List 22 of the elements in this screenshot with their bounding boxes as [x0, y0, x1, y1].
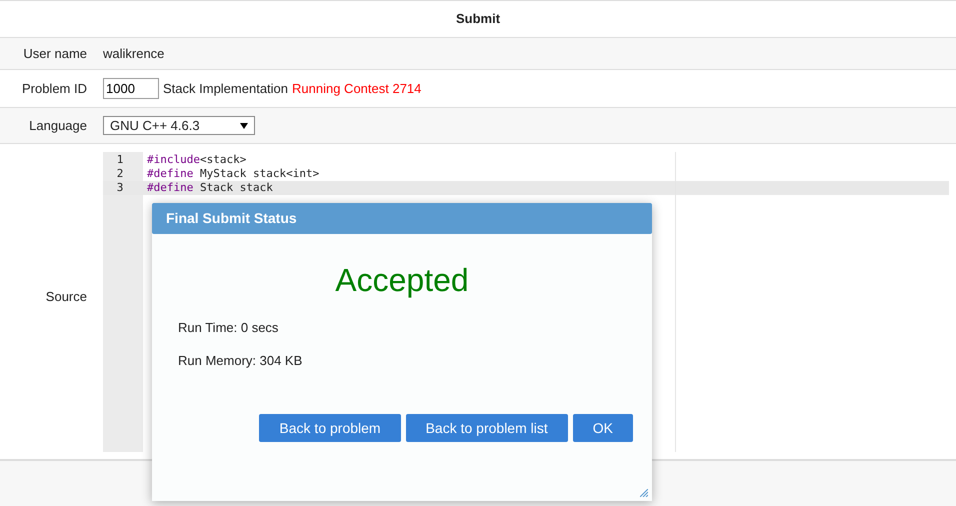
field-label: Problem ID: [20, 80, 87, 98]
detail-text: Run Time: 0 secs: [178, 319, 280, 337]
problem-title: Stack Implementation: [163, 80, 288, 98]
field-label: User name: [22, 44, 87, 63]
resize-grip-icon[interactable]: [640, 489, 648, 497]
field-label: Language: [28, 116, 87, 135]
verdict-text: Accepted: [334, 261, 470, 300]
dialog-button[interactable]: Back to problem list: [406, 414, 568, 442]
dialog-button[interactable]: Back to problem: [259, 414, 401, 442]
contest-link[interactable]: Running Contest 2714: [292, 78, 422, 98]
language-select[interactable]: GNU C++ 4.6.3: [103, 116, 255, 135]
code-line: #define MyStack stack<int>: [146, 167, 320, 181]
detail-text: Run Memory: 304 KB: [178, 352, 304, 370]
dialog-button[interactable]: OK: [572, 414, 633, 442]
line-number: 2: [116, 167, 124, 181]
user-name-value: walikrence: [103, 44, 164, 63]
caret-icon: [240, 122, 248, 128]
problem-id-field[interactable]: 1000: [103, 78, 159, 99]
field-label: Source: [44, 288, 87, 306]
code-line: #include<stack>: [146, 153, 248, 167]
line-number: 1: [116, 153, 124, 167]
dialog-title: Final Submit Status: [152, 203, 652, 234]
